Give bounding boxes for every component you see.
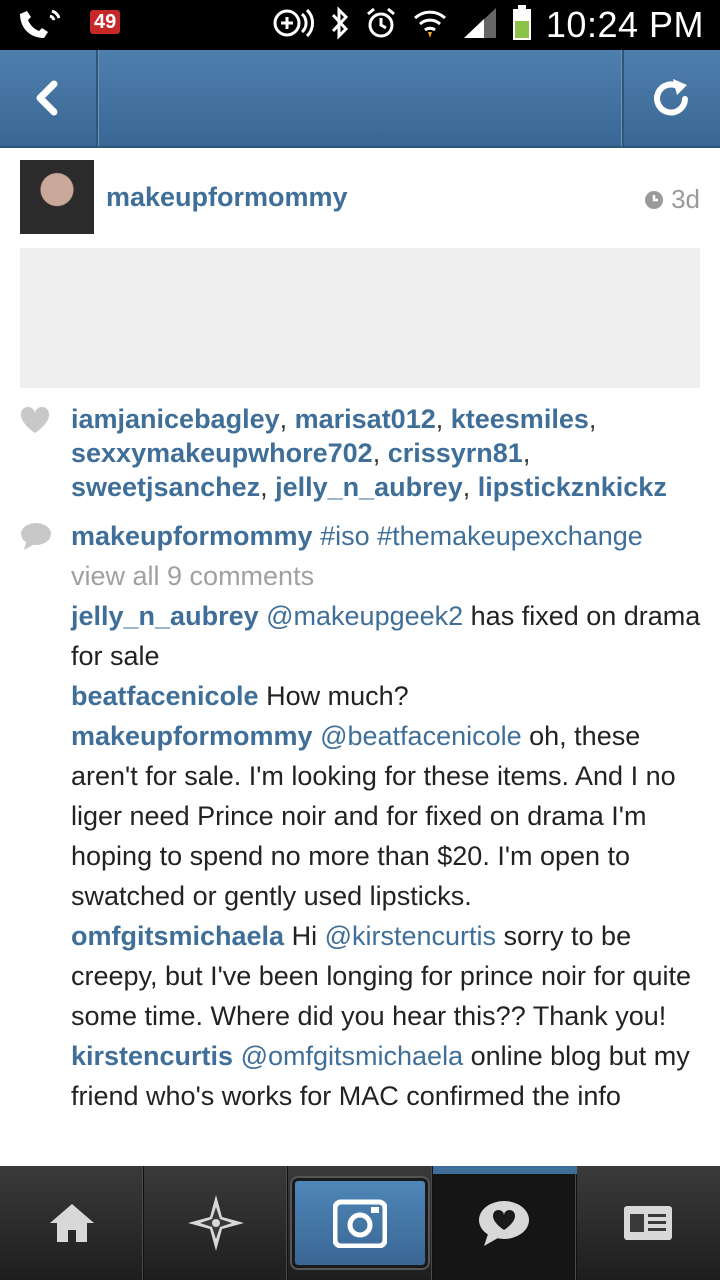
comment-username[interactable]: makeupformommy	[71, 721, 313, 751]
news-icon	[479, 1201, 530, 1246]
comment-username[interactable]: kirstencurtis	[71, 1041, 233, 1071]
top-action-bar	[0, 50, 720, 148]
camera-button[interactable]	[292, 1178, 428, 1268]
liker-name[interactable]: iamjanicebagley	[71, 404, 280, 434]
nav-explore[interactable]	[144, 1166, 289, 1280]
comment-item: jelly_n_aubrey @makeupgeek2 has fixed on…	[71, 596, 701, 676]
comment-bubble-icon	[20, 522, 52, 555]
home-icon	[49, 1204, 94, 1242]
comment-item: makeupformommy @beatfacenicole oh, these…	[71, 716, 701, 916]
comment-item: beatfacenicole How much?	[71, 676, 701, 716]
post-username[interactable]: makeupformommy	[106, 182, 348, 213]
explore-icon	[187, 1195, 244, 1251]
comment-mention[interactable]: @makeupgeek2	[266, 601, 463, 631]
view-all-comments-link[interactable]: view all 9 comments	[71, 556, 701, 596]
liker-list: iamjanicebagley, marisat012, kteesmiles,…	[71, 404, 667, 502]
comment-username[interactable]: omfgitsmichaela	[71, 921, 284, 951]
status-bar: 49 10:24 PM	[0, 0, 720, 50]
clock-icon	[645, 190, 664, 209]
liker-name[interactable]: kteesmiles	[451, 404, 589, 434]
nav-news[interactable]	[432, 1166, 577, 1280]
liker-name[interactable]: lipstickznkickz	[478, 472, 667, 502]
liker-name[interactable]: crissyrn81	[388, 438, 523, 468]
avatar[interactable]	[20, 160, 94, 234]
nav-home[interactable]	[0, 1166, 145, 1280]
caption: makeupformommy #iso #themakeupexchange	[71, 516, 701, 556]
comment-mention[interactable]: @beatfacenicole	[320, 721, 522, 751]
comment-text-pre: Hi	[291, 921, 325, 951]
wifi-icon	[412, 6, 448, 45]
signal-icon	[462, 6, 498, 45]
comment-username[interactable]: beatfacenicole	[71, 681, 259, 711]
post-image[interactable]	[20, 248, 700, 388]
comment-item: omfgitsmichaela Hi @kirstencurtis sorry …	[71, 916, 701, 1036]
liker-name[interactable]: sweetjsanchez	[71, 472, 260, 502]
time-ago: 3d	[671, 184, 700, 214]
camera-icon	[333, 1199, 387, 1248]
comment-text: How much?	[266, 681, 409, 711]
comment-mention[interactable]: @omfgitsmichaela	[241, 1041, 464, 1071]
bluetooth-icon	[330, 5, 350, 45]
comment-username[interactable]: jelly_n_aubrey	[71, 601, 259, 631]
phone-call-icon	[14, 4, 74, 47]
comment-item: kirstencurtis @omfgitsmichaela online bl…	[71, 1036, 701, 1116]
clock: 10:24 PM	[545, 4, 704, 45]
notification-badge: 49	[90, 10, 121, 34]
comment-mention[interactable]: @kirstencurtis	[325, 921, 496, 951]
alarm-icon	[364, 6, 398, 45]
refresh-button[interactable]	[622, 50, 720, 146]
nav-camera[interactable]	[288, 1166, 433, 1280]
liker-name[interactable]: marisat012	[295, 404, 436, 434]
back-arrow-icon	[36, 80, 58, 116]
profile-icon	[624, 1206, 673, 1240]
data-sync-icon	[270, 6, 316, 45]
liker-name[interactable]: jelly_n_aubrey	[275, 472, 463, 502]
caption-username[interactable]: makeupformommy	[71, 521, 313, 551]
heart-icon	[20, 406, 50, 439]
post-header: makeupformommy 3d	[20, 160, 700, 236]
nav-profile[interactable]	[577, 1166, 720, 1280]
comments-body: makeupformommy #iso #themakeupexchange v…	[71, 516, 701, 1116]
battery-icon	[512, 4, 532, 46]
status-left: 49	[14, 4, 121, 47]
liker-name[interactable]: sexxymakeupwhore702	[71, 438, 373, 468]
caption-tags[interactable]: #iso #themakeupexchange	[320, 521, 643, 551]
refresh-icon	[654, 79, 688, 116]
bottom-nav	[0, 1166, 720, 1280]
post-timestamp: 3d	[643, 184, 700, 215]
back-button[interactable]	[0, 50, 98, 146]
status-right: 10:24 PM	[270, 0, 704, 50]
